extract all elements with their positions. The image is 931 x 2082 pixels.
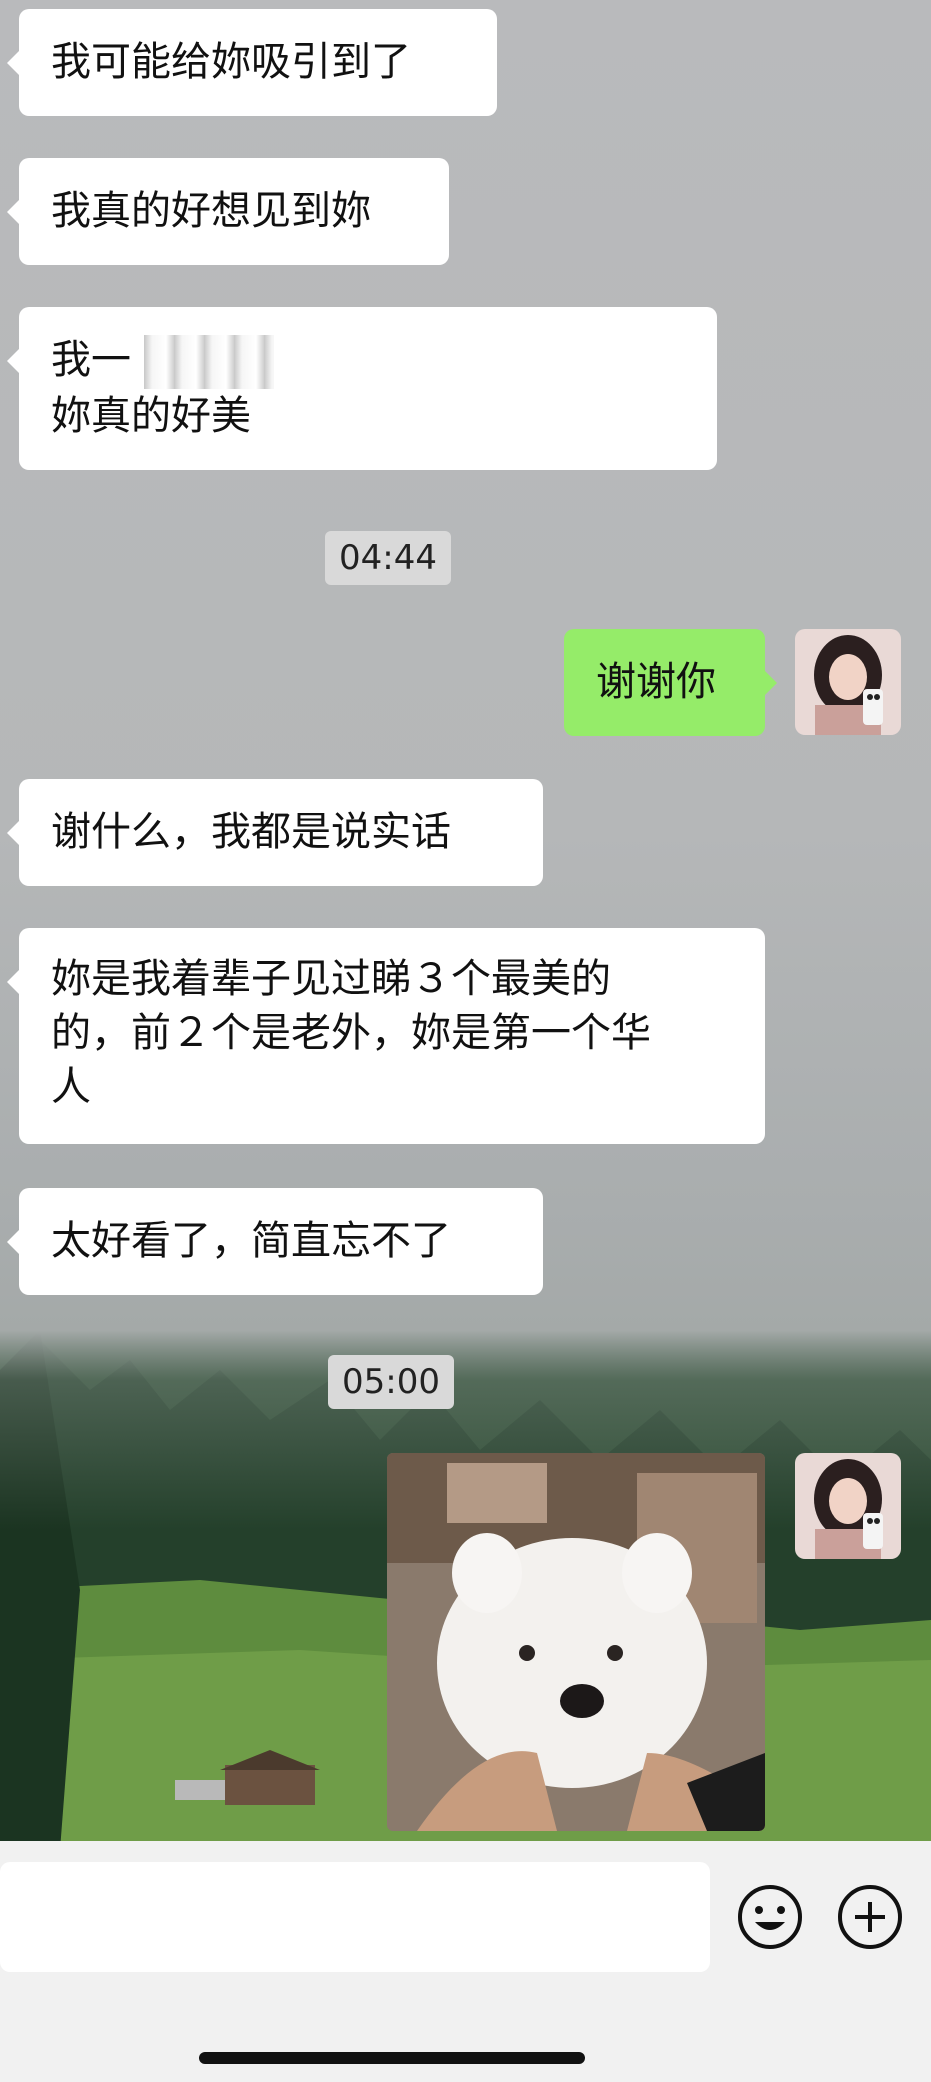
dog-photo-image: [387, 1453, 765, 1831]
image-message[interactable]: [387, 1453, 765, 1831]
timestamp: 04:44: [325, 531, 451, 585]
message-text: 太好看了，简直忘不了: [51, 1218, 451, 1264]
profile-photo-icon: [795, 1453, 901, 1559]
message-input[interactable]: [0, 1862, 710, 1972]
message-text: 我真的好想见到妳: [51, 188, 371, 234]
outgoing-message[interactable]: 谢谢你: [564, 629, 777, 736]
timestamp: 05:00: [328, 1355, 454, 1409]
plus-circle-icon[interactable]: [837, 1884, 903, 1950]
message-text: 谢谢你: [596, 659, 716, 705]
message-text: 妳真的好美: [51, 393, 251, 439]
avatar[interactable]: [795, 1453, 901, 1559]
message-text: 人: [51, 1064, 91, 1110]
message-text: 谢什么，我都是说实话: [51, 809, 451, 855]
incoming-message[interactable]: 我可能给妳吸引到了: [7, 9, 497, 116]
redacted-text: [143, 335, 274, 389]
avatar[interactable]: [795, 629, 901, 735]
home-indicator[interactable]: [199, 2052, 585, 2064]
incoming-message[interactable]: 太好看了，简直忘不了: [7, 1188, 543, 1295]
message-text: 妳是我着辈子见过睇３个最美的: [51, 956, 611, 1002]
message-text: 我一: [51, 337, 131, 383]
message-text: 我可能给妳吸引到了: [51, 39, 411, 85]
profile-photo-icon: [795, 629, 901, 735]
incoming-message[interactable]: 妳是我着辈子见过睇３个最美的 的，前２个是老外，妳是第一个华 人: [7, 928, 765, 1144]
smiley-face-icon[interactable]: [737, 1884, 803, 1950]
incoming-message[interactable]: 我真的好想见到妳: [7, 158, 449, 265]
incoming-message[interactable]: 谢什么，我都是说实话: [7, 779, 543, 886]
incoming-message[interactable]: 我一 妳真的好美: [7, 307, 717, 470]
message-text: 的，前２个是老外，妳是第一个华: [51, 1010, 651, 1056]
